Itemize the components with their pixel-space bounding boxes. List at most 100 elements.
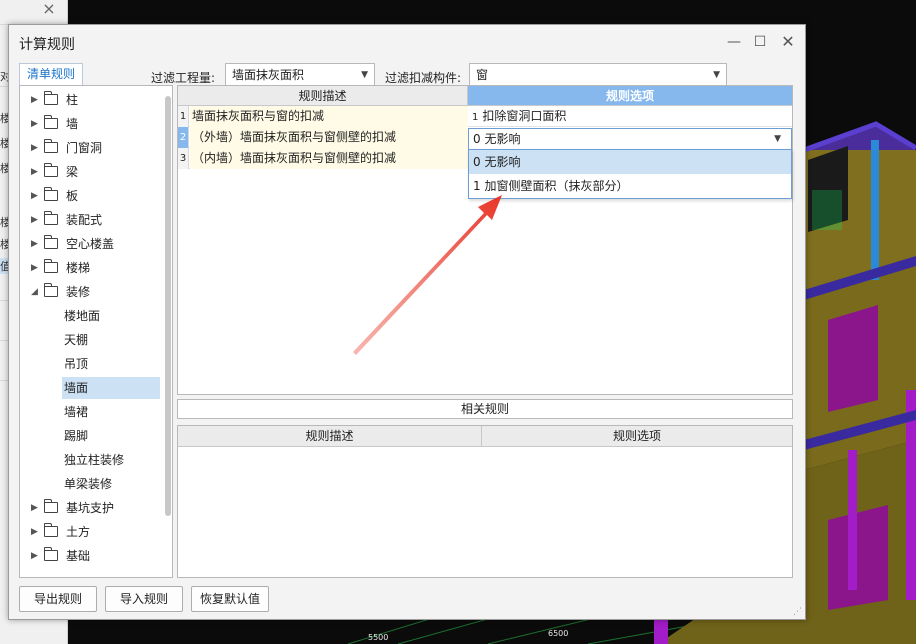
chevron-right-icon[interactable]: ▶: [31, 113, 38, 135]
chevron-right-icon[interactable]: ▶: [31, 161, 38, 183]
restore-defaults-button[interactable]: 恢复默认值: [191, 586, 269, 612]
tree-scrollbar[interactable]: [165, 96, 171, 566]
column-header-description[interactable]: 规则描述: [178, 86, 468, 106]
tree-node-label: 梁: [66, 165, 79, 179]
minimize-icon[interactable]: —: [725, 33, 743, 51]
tree-node-label: 柱: [66, 93, 79, 107]
tree-node[interactable]: ▶ 梁: [20, 161, 160, 183]
tree-node[interactable]: ▶ 基坑支护: [20, 497, 160, 519]
tree-node[interactable]: ▶ 楼梯: [20, 257, 160, 279]
related-rules-grid: 规则描述 规则选项: [177, 425, 793, 578]
dialog-title: 计算规则: [19, 37, 75, 53]
close-icon[interactable]: ✕: [779, 33, 797, 51]
tree-child-item[interactable]: 天棚: [62, 329, 160, 351]
folder-open-icon: [44, 283, 58, 297]
column-header-description[interactable]: 规则描述: [178, 426, 482, 447]
tree-node-label: 板: [66, 189, 79, 203]
row-number: 3: [178, 148, 189, 169]
folder-icon: [44, 115, 58, 129]
row-number: 2: [178, 127, 189, 148]
chevron-right-icon[interactable]: ▶: [31, 521, 38, 543]
folder-icon: [44, 547, 58, 561]
chevron-right-icon[interactable]: ▶: [31, 209, 38, 231]
tree-node[interactable]: ▶ 门窗洞: [20, 137, 160, 159]
folder-icon: [44, 139, 58, 153]
resize-grip-icon[interactable]: ⋰: [793, 607, 803, 617]
tree-node-label: 土方: [66, 525, 91, 539]
tree-child-item[interactable]: 独立柱装修: [62, 449, 160, 471]
folder-icon: [44, 211, 58, 225]
chevron-right-icon[interactable]: ▶: [31, 545, 38, 567]
tab-list-rules[interactable]: 清单规则: [19, 63, 84, 85]
table-row[interactable]: 2 （外墙）墙面抹灰面积与窗侧壁的扣减: [178, 127, 468, 148]
option-dropdown-list: 0 无影响 1 加窗侧壁面积（抹灰部分）: [468, 149, 792, 199]
folder-icon: [44, 91, 58, 105]
filter-component-label: 过滤扣减构件:: [385, 71, 462, 85]
rule-option-value: 0 无影响: [473, 132, 521, 146]
chevron-down-icon[interactable]: ◢: [31, 281, 38, 303]
rule-option-select[interactable]: 0 无影响 ▼: [468, 128, 792, 150]
component-tree: ▶ 柱 ▶ 墙 ▶ 门窗洞 ▶ 梁 ▶ 板 ▶ 装配式 ▶ 空心楼盖 ▶ 楼梯 …: [19, 85, 173, 578]
tree-node-label: 空心楼盖: [66, 237, 115, 251]
tree-node[interactable]: ▶ 基础: [20, 545, 160, 567]
filter-quantity-select[interactable]: 墙面抹灰面积 ▼: [225, 63, 375, 87]
tree-node-label: 装修: [66, 285, 91, 299]
chevron-right-icon[interactable]: ▶: [31, 257, 38, 279]
tree-node-label: 装配式: [66, 213, 103, 227]
tree-child-item[interactable]: 踢脚: [62, 425, 160, 447]
svg-text:5500: 5500: [368, 633, 388, 642]
tree-child-item[interactable]: 吊顶: [62, 353, 160, 375]
rule-option-value: 扣除窗洞口面积: [482, 109, 567, 123]
tree-node-expanded[interactable]: ◢ 装修: [20, 281, 160, 303]
rule-description: （外墙）墙面抹灰面积与窗侧壁的扣减: [190, 127, 468, 148]
filter-component-value: 窗: [476, 68, 489, 82]
tree-child-item[interactable]: 楼地面: [62, 305, 160, 327]
tree-node[interactable]: ▶ 装配式: [20, 209, 160, 231]
tree-node-label: 门窗洞: [66, 141, 103, 155]
tree-node-label: 基坑支护: [66, 501, 115, 515]
export-rules-button[interactable]: 导出规则: [19, 586, 97, 612]
table-row[interactable]: 3 （内墙）墙面抹灰面积与窗侧壁的扣减: [178, 148, 468, 169]
tree-node[interactable]: ▶ 柱: [20, 89, 160, 111]
option-number: 1: [472, 112, 479, 123]
related-rules-header[interactable]: 相关规则: [177, 399, 793, 419]
table-row[interactable]: 1 墙面抹灰面积与窗的扣减: [178, 106, 468, 127]
tree-child-item[interactable]: 单梁装修: [62, 473, 160, 495]
column-header-option[interactable]: 规则选项: [482, 426, 792, 447]
tree-node[interactable]: ▶ 土方: [20, 521, 160, 543]
rule-description: 墙面抹灰面积与窗的扣减: [190, 106, 468, 127]
folder-icon: [44, 187, 58, 201]
folder-icon: [44, 523, 58, 537]
rule-option-cell[interactable]: 1 扣除窗洞口面积: [468, 106, 792, 127]
chevron-down-icon: ▼: [774, 134, 781, 144]
tree-node-label: 楼梯: [66, 261, 91, 275]
tree-child-item[interactable]: 墙裙: [62, 401, 160, 423]
rules-grid: 规则描述 规则选项 1 墙面抹灰面积与窗的扣减 1 扣除窗洞口面积 2 （外墙）墙…: [177, 85, 793, 395]
row-number: 1: [178, 106, 189, 127]
tree-node-label: 基础: [66, 549, 91, 563]
chevron-right-icon[interactable]: ▶: [31, 185, 38, 207]
calculation-rules-dialog: 计算规则 — ☐ ✕ 清单规则 过滤工程量: 墙面抹灰面积 ▼ 过滤扣减构件: …: [8, 24, 806, 620]
folder-icon: [44, 163, 58, 177]
filter-quantity-value: 墙面抹灰面积: [232, 68, 305, 82]
svg-text:6500: 6500: [548, 629, 568, 638]
chevron-down-icon: ▼: [361, 70, 368, 80]
chevron-right-icon[interactable]: ▶: [31, 137, 38, 159]
tree-node-label: 墙: [66, 117, 79, 131]
filter-component-select[interactable]: 窗 ▼: [469, 63, 727, 87]
tree-child-item-selected[interactable]: 墙面: [62, 377, 160, 399]
chevron-right-icon[interactable]: ▶: [31, 89, 38, 111]
tree-node[interactable]: ▶ 墙: [20, 113, 160, 135]
import-rules-button[interactable]: 导入规则: [105, 586, 183, 612]
folder-icon: [44, 235, 58, 249]
dropdown-option[interactable]: 0 无影响: [469, 150, 791, 174]
tree-node[interactable]: ▶ 板: [20, 185, 160, 207]
background-close-icon: ×: [42, 0, 56, 18]
dropdown-option[interactable]: 1 加窗侧壁面积（抹灰部分）: [469, 174, 791, 198]
chevron-right-icon[interactable]: ▶: [31, 233, 38, 255]
chevron-right-icon[interactable]: ▶: [31, 497, 38, 519]
tree-node[interactable]: ▶ 空心楼盖: [20, 233, 160, 255]
maximize-icon[interactable]: ☐: [751, 33, 769, 51]
scrollbar-thumb[interactable]: [165, 96, 171, 516]
column-header-option[interactable]: 规则选项: [468, 86, 792, 106]
